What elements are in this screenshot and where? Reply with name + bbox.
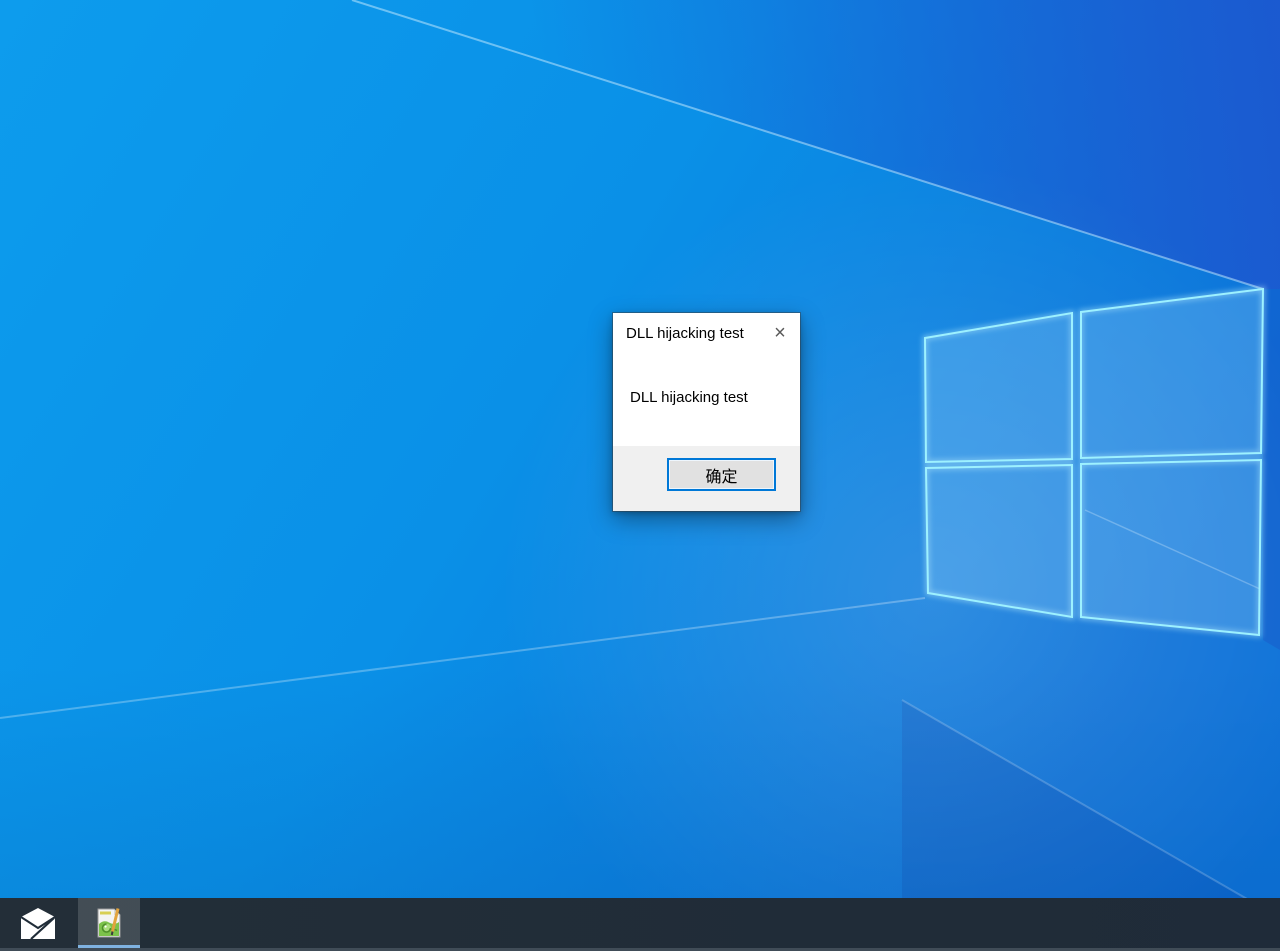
windows-logo-pane-bottom-left	[926, 465, 1072, 617]
ok-button[interactable]: 确定	[667, 458, 776, 491]
dialog-message: DLL hijacking test	[630, 389, 748, 406]
message-dialog: DLL hijacking test × DLL hijacking test …	[613, 313, 800, 511]
windows-logo-pane-top-left	[925, 313, 1072, 462]
dialog-footer: 确定	[613, 446, 800, 511]
taskbar-item-notepad-plus-plus[interactable]	[78, 898, 140, 948]
windows-logo-pane-bottom-right	[1081, 460, 1261, 635]
taskbar-item-mail[interactable]	[6, 898, 70, 948]
ok-button-label: 确定	[705, 463, 737, 487]
close-icon: ×	[774, 323, 786, 343]
dialog-titlebar[interactable]: DLL hijacking test ×	[613, 313, 800, 353]
notepad-document-icon	[92, 905, 126, 941]
desktop: DLL hijacking test × DLL hijacking test …	[0, 0, 1280, 951]
mail-envelope-icon	[18, 903, 58, 943]
dialog-body: DLL hijacking test	[613, 353, 800, 446]
taskbar	[0, 898, 1280, 951]
dialog-title: DLL hijacking test	[613, 325, 744, 342]
windows-logo-pane-top-right	[1081, 289, 1263, 458]
windows-logo-icon	[925, 289, 1263, 635]
close-button[interactable]: ×	[765, 319, 795, 347]
